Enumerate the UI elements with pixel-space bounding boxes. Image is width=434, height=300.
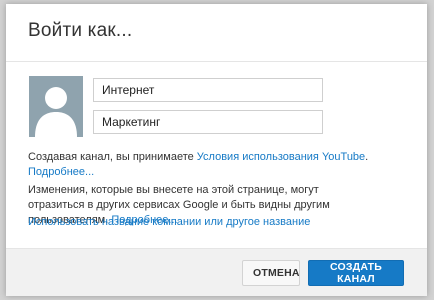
terms-prefix: Создавая канал, вы принимаете [28, 151, 197, 163]
use-business-name-link[interactable]: Использовать название компании или друго… [28, 216, 310, 228]
avatar [29, 76, 83, 137]
last-name-input[interactable] [93, 110, 323, 134]
terms-suffix: . [365, 151, 369, 163]
cancel-button[interactable]: ОТМЕНА [242, 260, 300, 286]
terms-learn-more-link[interactable]: Подробнее... [28, 166, 94, 178]
terms-notice: Создавая канал, вы принимаете Условия ис… [28, 150, 398, 180]
header-divider [6, 61, 427, 62]
business-name-row: Использовать название компании или друго… [28, 215, 398, 230]
dialog-title: Войти как... [28, 20, 133, 41]
dialog-footer: ОТМЕНА СОЗДАТЬ КАНАЛ [6, 248, 427, 296]
first-name-input[interactable] [93, 78, 323, 102]
create-channel-dialog: Войти как... Создавая канал, вы принимае… [6, 4, 427, 296]
terms-of-service-link[interactable]: Условия использования YouTube [197, 151, 365, 163]
default-user-silhouette-icon [35, 87, 77, 137]
create-channel-button[interactable]: СОЗДАТЬ КАНАЛ [308, 260, 404, 286]
